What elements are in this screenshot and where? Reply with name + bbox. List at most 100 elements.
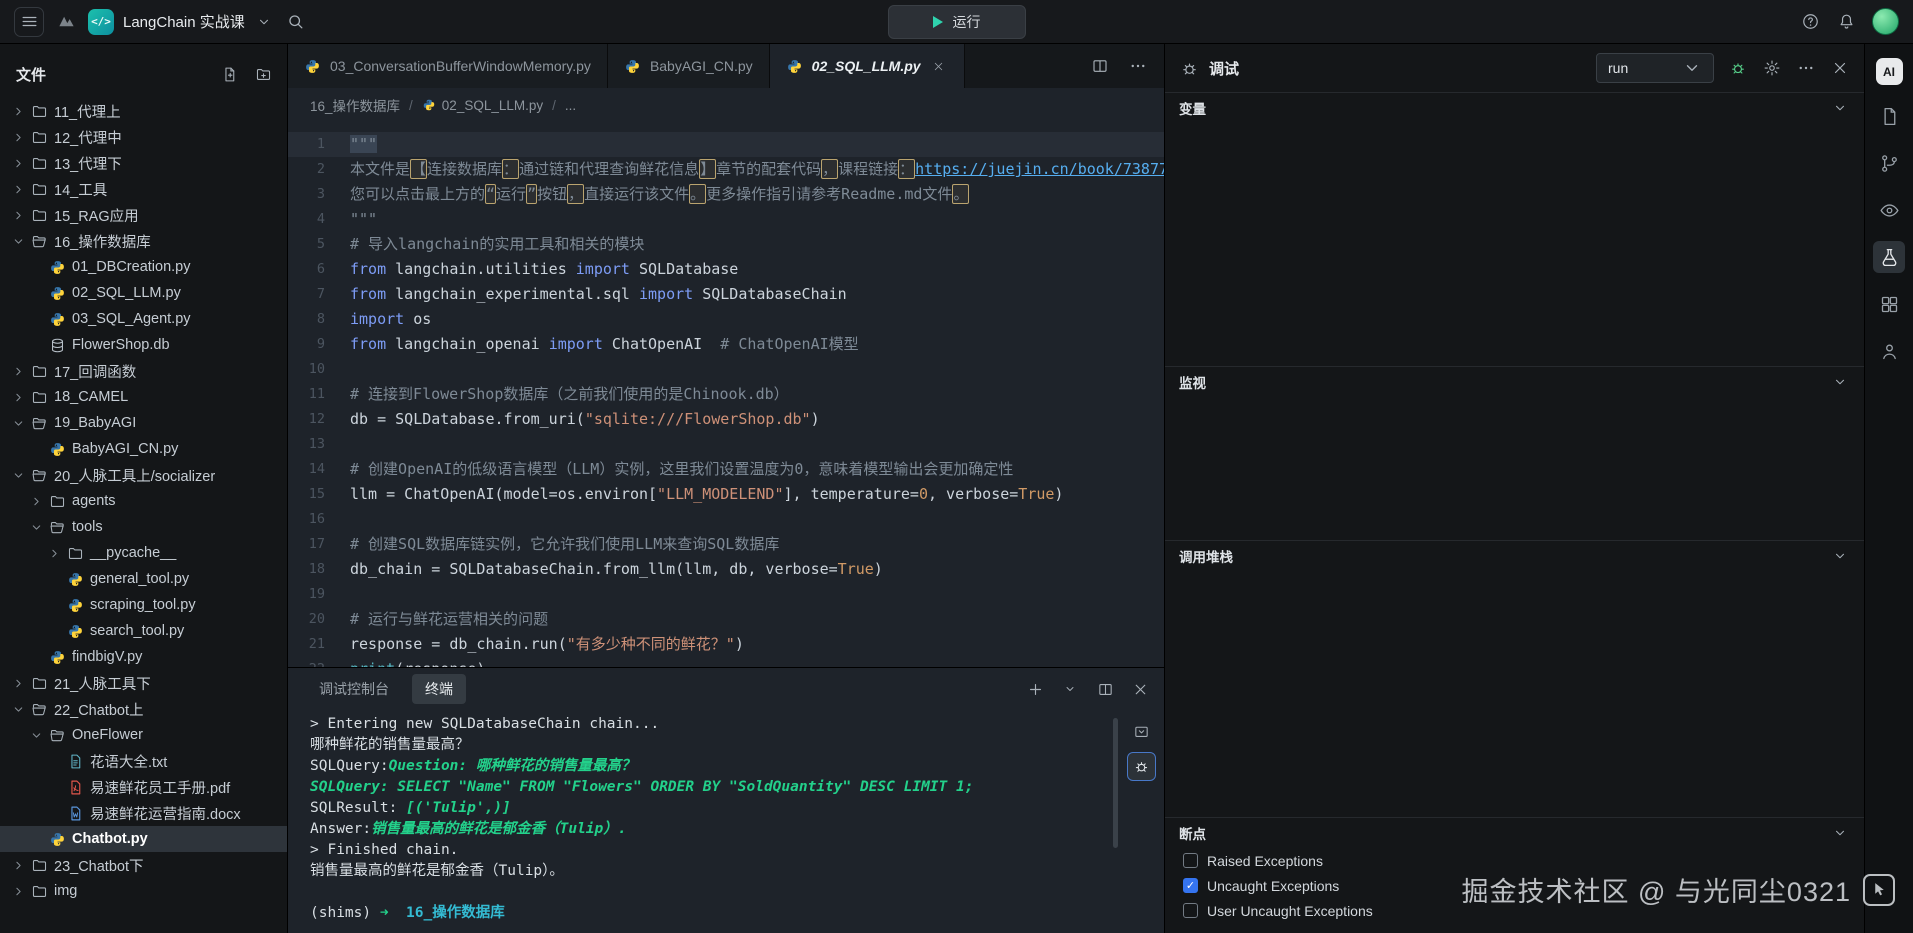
new-folder-icon[interactable] (253, 64, 273, 84)
tree-item[interactable]: 易速鲜花员工手册.pdf (0, 774, 287, 800)
tree-item[interactable]: 17_回调函数 (0, 358, 287, 384)
activity-bar: AI (1864, 44, 1913, 933)
close-debug-icon[interactable] (1830, 58, 1850, 78)
editor-tab[interactable]: BabyAGI_CN.py (608, 44, 770, 88)
activity-flask-icon[interactable] (1873, 241, 1905, 273)
tree-item-label: 11_代理上 (54, 101, 121, 122)
editor-tab[interactable]: 02_SQL_LLM.py (770, 44, 965, 88)
editor-tab-actions (1074, 44, 1164, 88)
activity-eye-icon[interactable] (1873, 194, 1905, 226)
tree-item[interactable]: FlowerShop.db (0, 332, 287, 358)
activity-file-icon[interactable] (1873, 100, 1905, 132)
breadcrumb-separator: / (409, 98, 413, 113)
tree-item-label: img (54, 883, 77, 899)
tree-item[interactable]: findbigV.py (0, 644, 287, 670)
run-button[interactable]: 运行 (888, 5, 1026, 39)
split-editor-icon[interactable] (1090, 56, 1110, 76)
tree-item[interactable]: Chatbot.py (0, 826, 287, 852)
tree-item[interactable]: general_tool.py (0, 566, 287, 592)
tree-item-label: BabyAGI_CN.py (72, 441, 178, 457)
panel-tab[interactable]: 调试控制台 (306, 674, 402, 704)
breakpoint-row[interactable]: Raised Exceptions (1165, 848, 1864, 873)
search-icon[interactable] (286, 12, 306, 32)
tree-item-label: 01_DBCreation.py (72, 259, 191, 275)
folder-open-icon (31, 415, 48, 432)
tree-item[interactable]: OneFlower (0, 722, 287, 748)
python-icon (49, 259, 66, 276)
tree-item-label: 19_BabyAGI (54, 415, 136, 431)
notifications-icon[interactable] (1836, 12, 1856, 32)
tree-item[interactable]: 03_SQL_Agent.py (0, 306, 287, 332)
tree-item[interactable]: 13_代理下 (0, 150, 287, 176)
menu-icon[interactable] (14, 7, 44, 37)
tree-item[interactable]: 22_Chatbot上 (0, 696, 287, 722)
tree-item[interactable]: 02_SQL_LLM.py (0, 280, 287, 306)
debug-more-icon[interactable] (1796, 58, 1816, 78)
gear-icon[interactable] (1762, 58, 1782, 78)
panel-tab[interactable]: 终端 (412, 674, 466, 704)
tree-item[interactable]: search_tool.py (0, 618, 287, 644)
more-actions-icon[interactable] (1128, 56, 1148, 76)
debug-config-select[interactable]: run (1596, 53, 1714, 83)
breakpoint-checkbox[interactable] (1183, 903, 1198, 918)
breakpoint-checkbox[interactable]: ✓ (1183, 878, 1198, 893)
code-editor[interactable]: 1"""2本文件是【连接数据库：通过链和代理查询鲜花信息】章节的配套代码，课程链… (288, 122, 1164, 667)
terminal-profile-chevron-icon[interactable] (1060, 679, 1080, 699)
ai-assistant-icon[interactable]: AI (1876, 58, 1903, 85)
tree-item[interactable]: 易速鲜花运营指南.docx (0, 800, 287, 826)
help-icon[interactable] (1800, 12, 1820, 32)
debug-section-header[interactable]: 监视 (1165, 367, 1864, 397)
breadcrumb-item[interactable]: ... (565, 98, 576, 113)
debug-section-header[interactable]: 调用堆栈 (1165, 541, 1864, 571)
breadcrumb-item[interactable]: 02_SQL_LLM.py (422, 98, 543, 113)
editor-tab[interactable]: 03_ConversationBufferWindowMemory.py (288, 44, 608, 88)
tree-item[interactable]: 花语大全.txt (0, 748, 287, 774)
breakpoint-row[interactable]: User Uncaught Exceptions (1165, 898, 1864, 923)
tree-item[interactable]: 21_人脉工具下 (0, 670, 287, 696)
terminal-output[interactable]: > Entering new SQLDatabaseChain chain...… (288, 710, 1113, 933)
terminal-session-open-editor-icon[interactable] (1128, 718, 1155, 745)
start-debug-icon[interactable] (1728, 58, 1748, 78)
split-terminal-icon[interactable] (1095, 679, 1115, 699)
tree-item-label: 花语大全.txt (90, 751, 167, 772)
tree-item[interactable]: 14_工具 (0, 176, 287, 202)
activity-grid-icon[interactable] (1873, 288, 1905, 320)
editor-tabs: 03_ConversationBufferWindowMemory.pyBaby… (288, 44, 965, 88)
tree-item[interactable]: BabyAGI_CN.py (0, 436, 287, 462)
new-terminal-icon[interactable] (1025, 679, 1045, 699)
tree-item[interactable]: 16_操作数据库 (0, 228, 287, 254)
tree-item[interactable]: 15_RAG应用 (0, 202, 287, 228)
tree-item[interactable]: agents (0, 488, 287, 514)
tree-item[interactable]: tools (0, 514, 287, 540)
avatar[interactable] (1872, 8, 1899, 35)
terminal-line: (shims) ➜ 16_操作数据库 (310, 903, 1113, 924)
terminal-session-bug-icon[interactable] (1128, 753, 1155, 780)
editor-tab-bar: 03_ConversationBufferWindowMemory.pyBaby… (288, 44, 1164, 88)
new-file-icon[interactable] (219, 64, 239, 84)
tree-item[interactable]: __pycache__ (0, 540, 287, 566)
breakpoint-checkbox[interactable] (1183, 853, 1198, 868)
tree-item[interactable]: 18_CAMEL (0, 384, 287, 410)
tree-item[interactable]: 19_BabyAGI (0, 410, 287, 436)
tree-item[interactable]: 01_DBCreation.py (0, 254, 287, 280)
line-number: 4 (288, 207, 350, 232)
activity-git-branch-icon[interactable] (1873, 147, 1905, 179)
tab-close-icon[interactable] (930, 57, 948, 75)
project-selector[interactable]: </> LangChain 实战课 (88, 9, 274, 35)
close-panel-icon[interactable] (1130, 679, 1150, 699)
tree-item[interactable]: 23_Chatbot下 (0, 852, 287, 878)
debug-section-header[interactable]: 断点 (1165, 818, 1864, 848)
activity-person-icon[interactable] (1873, 335, 1905, 367)
tree-item[interactable]: 20_人脉工具上/socializer (0, 462, 287, 488)
tree-item[interactable]: scraping_tool.py (0, 592, 287, 618)
breakpoint-row[interactable]: ✓Uncaught Exceptions (1165, 873, 1864, 898)
tree-item-label: 易速鲜花员工手册.pdf (90, 777, 230, 798)
folder-icon (67, 545, 84, 562)
debug-section-header[interactable]: 变量 (1165, 93, 1864, 123)
breadcrumb-item[interactable]: 16_操作数据库 (310, 95, 400, 115)
word-icon (67, 805, 84, 822)
tree-item[interactable]: img (0, 878, 287, 904)
tree-item[interactable]: 12_代理中 (0, 124, 287, 150)
debug-section-body: Raised Exceptions✓Uncaught ExceptionsUse… (1165, 848, 1864, 933)
tree-item[interactable]: 11_代理上 (0, 98, 287, 124)
